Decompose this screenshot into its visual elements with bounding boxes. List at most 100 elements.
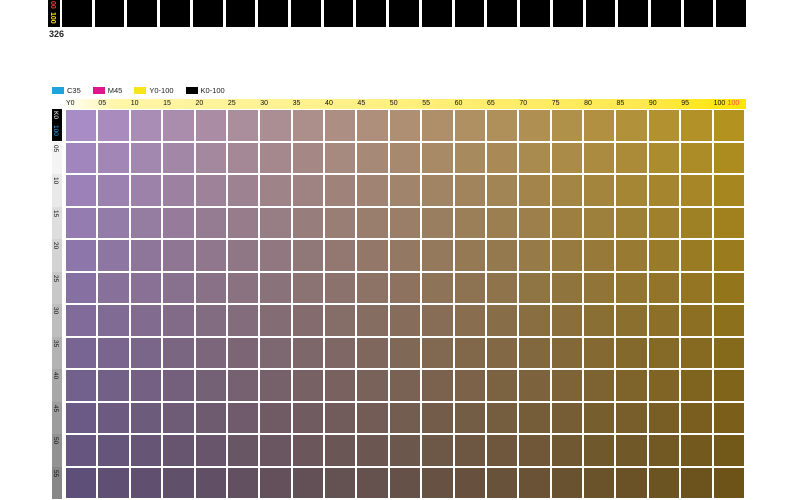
color-swatch-cell [389,337,421,368]
color-swatch-cell [98,435,129,466]
color-swatch-cell [454,240,485,271]
color-swatch-cell [681,402,712,433]
row-axis-cell: 30 [52,304,62,337]
color-swatch-cell [195,467,226,498]
legend-label: M45 [107,86,123,95]
color-swatch-cell [195,110,226,141]
color-swatch-cell [98,272,129,303]
color-swatch-cell [130,467,162,498]
color-swatch-cell [163,402,194,433]
color-swatch-cell [227,175,259,206]
row-axis-cell: 05 [52,141,62,174]
color-swatch-cell [486,110,518,141]
row-axis-cell: 15 [52,206,62,239]
color-swatch-cell [713,337,744,368]
color-swatch-cell [681,142,712,173]
color-swatch-cell [681,305,712,336]
color-swatch-cell [163,305,194,336]
color-swatch-cell [357,467,388,498]
column-label-secondary: 100 [727,100,740,107]
color-swatch-cell [713,240,744,271]
legend-swatch [185,87,198,94]
color-swatch-cell [130,402,162,433]
color-swatch-cell [98,175,129,206]
color-swatch-cell [713,305,744,336]
color-swatch-cell [454,207,485,238]
color-swatch-cell [357,240,388,271]
color-swatch-cell [519,370,550,401]
color-swatch-cell [422,402,453,433]
color-swatch-cell [357,272,388,303]
color-swatch-cell [584,110,615,141]
color-swatch-cell [357,402,388,433]
color-swatch-cell [66,110,97,141]
color-swatch-cell [519,240,550,271]
color-swatch-cell [227,402,259,433]
color-swatch-cell [681,435,712,466]
color-swatch-cell [584,240,615,271]
color-swatch-cell [422,435,453,466]
color-swatch-cell [66,207,97,238]
color-swatch-cell [422,370,453,401]
color-swatch-cell [292,467,324,498]
color-swatch-cell [357,142,388,173]
strip-block [225,0,256,27]
color-swatch-cell [519,272,550,303]
color-swatch-cell [422,272,453,303]
color-swatch-cell [292,272,324,303]
color-swatch-cell [486,370,518,401]
color-swatch-cell [130,110,162,141]
color-swatch-cell [616,272,647,303]
color-swatch-cell [519,142,550,173]
color-swatch-cell [325,207,356,238]
color-swatch-cell [66,337,97,368]
color-swatch-cell [519,175,550,206]
color-swatch-cell [486,142,518,173]
strip-block [618,0,648,27]
row-label: 55 [52,469,59,477]
color-swatch-cell [195,402,226,433]
color-swatch-cell [616,110,647,141]
color-swatch-cell [584,370,615,401]
legend-swatch [92,87,105,94]
color-swatch-cell [292,435,324,466]
corner-label-sub: 100 [52,125,59,136]
color-swatch-cell [519,207,550,238]
color-swatch-cell [163,240,194,271]
top-axis-strip: 00 100 [48,0,60,27]
color-swatch-cell [713,175,744,206]
row-label: 50 [52,437,59,445]
color-swatch-cell [227,435,259,466]
color-swatch-cell [616,175,647,206]
color-swatch-cell [551,272,583,303]
color-swatch-cell [389,272,421,303]
column-label: 25 [227,100,236,107]
color-swatch-cell [616,370,647,401]
color-swatch-cell [357,337,388,368]
color-swatch-cell [163,467,194,498]
column-label: 50 [389,100,398,107]
color-swatch-cell [648,175,680,206]
color-swatch-cell [163,207,194,238]
color-swatch-cell [584,142,615,173]
color-swatch-cell [584,305,615,336]
color-swatch-cell [66,435,97,466]
color-swatch-cell [389,467,421,498]
color-swatch-cell [163,175,194,206]
color-swatch-cell [389,305,421,336]
column-label: 100 [713,100,726,107]
row-label: 15 [52,209,59,217]
color-swatch-cell [713,272,744,303]
color-swatch-cell [551,207,583,238]
color-swatch-cell [130,305,162,336]
color-swatch-cell [422,207,453,238]
color-swatch-cell [260,240,291,271]
color-swatch-cell [130,175,162,206]
color-swatch-cell [227,337,259,368]
row-axis-cell: 20 [52,239,62,272]
color-swatch-cell [98,305,129,336]
strip-block [552,0,583,27]
strip-block [650,0,681,27]
color-swatch-cell [227,207,259,238]
column-label: 20 [195,100,204,107]
